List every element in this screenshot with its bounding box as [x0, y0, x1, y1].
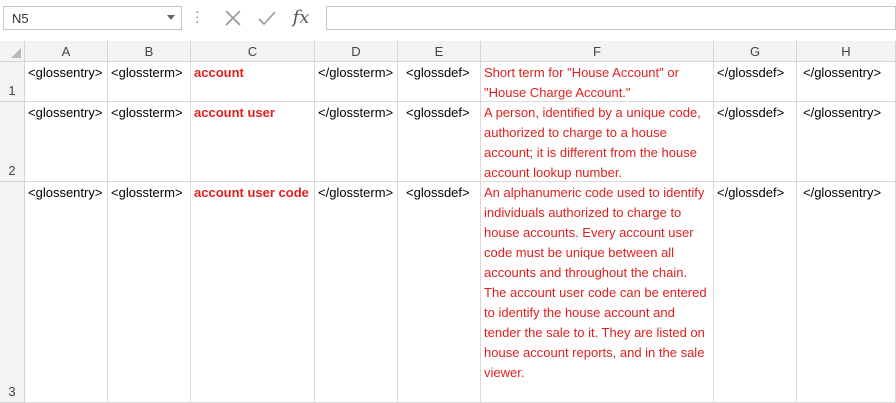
- cell-d2[interactable]: </glossterm>: [315, 102, 398, 182]
- row-header-1[interactable]: 1: [0, 62, 25, 102]
- cell-d1[interactable]: </glossterm>: [315, 62, 398, 102]
- cell-e1[interactable]: <glossdef>: [398, 62, 481, 102]
- drag-handle-icon[interactable]: · · ·: [195, 4, 200, 28]
- select-all-button[interactable]: [0, 41, 25, 62]
- name-box[interactable]: N5: [3, 6, 182, 30]
- cell-b3[interactable]: <glossterm>: [108, 182, 191, 403]
- column-header-e[interactable]: E: [398, 41, 481, 62]
- cell-b2[interactable]: <glossterm>: [108, 102, 191, 182]
- column-header-b[interactable]: B: [108, 41, 191, 62]
- cell-b1[interactable]: <glossterm>: [108, 62, 191, 102]
- formula-input[interactable]: [326, 6, 896, 30]
- cell-d3[interactable]: </glossterm>: [315, 182, 398, 403]
- row-number: 1: [8, 83, 16, 98]
- row-header-3[interactable]: 3: [0, 182, 25, 403]
- cell-f1[interactable]: Short term for "House Account" or "House…: [481, 62, 714, 102]
- column-header-a[interactable]: A: [25, 41, 108, 62]
- row-number: 3: [8, 384, 16, 399]
- cell-h3[interactable]: </glossentry>: [797, 182, 896, 403]
- cell-c1[interactable]: account: [191, 62, 315, 102]
- row-header-2[interactable]: 2: [0, 102, 25, 182]
- cell-a1[interactable]: <glossentry>: [25, 62, 108, 102]
- row-number: 2: [8, 163, 16, 178]
- column-header-c[interactable]: C: [191, 41, 315, 62]
- column-header-f[interactable]: F: [481, 41, 714, 62]
- function-icon[interactable]: fx: [286, 6, 316, 30]
- formula-bar: N5 · · · fx: [0, 0, 896, 38]
- cell-g3[interactable]: </glossdef>: [714, 182, 797, 403]
- cell-e3[interactable]: <glossdef>: [398, 182, 481, 403]
- cell-e2[interactable]: <glossdef>: [398, 102, 481, 182]
- check-icon[interactable]: [252, 6, 282, 30]
- cell-h2[interactable]: </glossentry>: [797, 102, 896, 182]
- cell-g2[interactable]: </glossdef>: [714, 102, 797, 182]
- cell-c3[interactable]: account user code: [191, 182, 315, 403]
- cell-f3[interactable]: An alphanumeric code used to identify in…: [481, 182, 714, 403]
- cell-a3[interactable]: <glossentry>: [25, 182, 108, 403]
- cell-a2[interactable]: <glossentry>: [25, 102, 108, 182]
- cell-g1[interactable]: </glossdef>: [714, 62, 797, 102]
- formula-buttons: fx: [212, 6, 322, 30]
- name-box-value: N5: [12, 11, 29, 26]
- cell-f2[interactable]: A person, identified by a unique code, a…: [481, 102, 714, 182]
- close-icon[interactable]: [218, 6, 248, 30]
- column-header-g[interactable]: G: [714, 41, 797, 62]
- column-header-d[interactable]: D: [315, 41, 398, 62]
- select-all-icon: [11, 48, 21, 58]
- chevron-down-icon[interactable]: [167, 15, 175, 20]
- column-header-h[interactable]: H: [797, 41, 896, 62]
- cell-c2[interactable]: account user: [191, 102, 315, 182]
- cell-h1[interactable]: </glossentry>: [797, 62, 896, 102]
